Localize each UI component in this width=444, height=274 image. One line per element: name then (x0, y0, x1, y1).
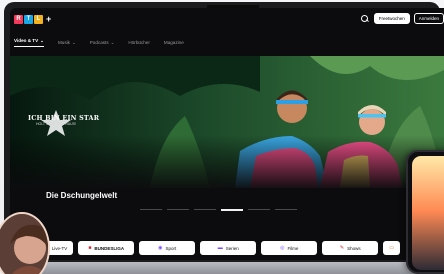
series-icon: ▬ (217, 245, 223, 251)
logo-letter-t: T (24, 14, 33, 24)
show-subtitle: HOLT MICH HIER RAUS! (36, 122, 76, 126)
chip-shows[interactable]: ✎ Shows (322, 241, 379, 255)
ball-icon: ◉ (158, 245, 163, 251)
chip-label: Shows (347, 245, 361, 251)
chip-label: Serien (225, 245, 239, 251)
rtl-plus-logo[interactable]: R T L + (14, 14, 51, 24)
chevron-down-icon: ⌄ (110, 39, 115, 45)
chip-label: Live-TV (51, 245, 68, 251)
top-right-actions: Freetwochen Anmelden (360, 13, 444, 24)
more-icon: ▭ (389, 245, 394, 251)
wand-icon: ✎ (339, 245, 345, 251)
chip-films[interactable]: ◎ Filme (261, 241, 318, 255)
logo-letter-r: R (14, 14, 23, 24)
carousel-dot[interactable] (248, 209, 270, 210)
nav-item-music[interactable]: Musik ⌄ (58, 40, 76, 46)
marketing-screenshot: R T L + Freetwochen Anmelden Video & TV ⌄… (0, 0, 444, 274)
main-nav: Video & TV ⌄ Musik ⌄ Podcasts ⌄ Hörbücher M… (14, 38, 184, 47)
chip-more[interactable]: ▭ (383, 241, 400, 255)
show-title: ICH BIN EIN STAR (28, 114, 100, 122)
chip-label: Sport (165, 245, 177, 251)
bundesliga-icon: ■ (88, 245, 92, 251)
nav-item-label: Musik (57, 39, 70, 45)
carousel-dot[interactable] (275, 209, 297, 210)
login-button[interactable]: Anmelden (413, 13, 444, 24)
logo-letter-l: L (34, 14, 43, 24)
carousel-dot[interactable] (167, 209, 189, 210)
chip-bundesliga[interactable]: ■ BUNDESLIGA (78, 241, 135, 255)
hero-headline: Die Dschungelwelt (46, 191, 118, 200)
search-icon[interactable] (360, 14, 370, 24)
carousel-dot[interactable] (194, 209, 216, 210)
nav-item-podcasts[interactable]: Podcasts ⌄ (90, 40, 115, 46)
laptop-screen: R T L + Freetwochen Anmelden Video & TV ⌄… (10, 8, 444, 260)
hero-banner[interactable]: ICH BIN EIN STAR HOLT MICH HIER RAUS! (10, 56, 444, 188)
chevron-down-icon: ⌄ (40, 38, 44, 43)
nav-item-audiobooks[interactable]: Hörbücher (128, 40, 149, 45)
chip-sport[interactable]: ◉ Sport (139, 241, 196, 255)
nav-item-label: Magazine (163, 40, 184, 45)
carousel-indicators (140, 209, 297, 211)
logo-plus: + (46, 14, 52, 24)
carousel-dot[interactable] (140, 209, 162, 210)
nav-item-label: Hörbücher (128, 40, 150, 45)
carousel-dot[interactable] (221, 209, 243, 211)
nav-item-label: Video & TV (14, 38, 39, 43)
film-icon: ◎ (280, 245, 285, 251)
smartphone-mockup (406, 150, 444, 274)
chip-label: Filme (287, 245, 299, 251)
top-bar: R T L + Freetwochen Anmelden (10, 8, 444, 30)
laptop-base (0, 262, 444, 274)
chevron-down-icon: ⌄ (71, 39, 76, 45)
chip-series[interactable]: ▬ Serien (200, 241, 257, 255)
free-week-button[interactable]: Freetwochen (373, 13, 410, 24)
avatar-image (0, 214, 48, 274)
phone-screen (412, 156, 444, 270)
category-chips: ▭ Live-TV ■BUNDESLIGA ◉Sport ▬Serien ◎Fil… (38, 241, 400, 255)
nav-item-magazines[interactable]: Magazine (164, 40, 184, 45)
nav-item-video-tv[interactable]: Video & TV ⌄ (14, 38, 44, 47)
chip-label: BUNDESLIGA (94, 245, 125, 251)
nav-item-label: Podcasts (89, 39, 109, 45)
